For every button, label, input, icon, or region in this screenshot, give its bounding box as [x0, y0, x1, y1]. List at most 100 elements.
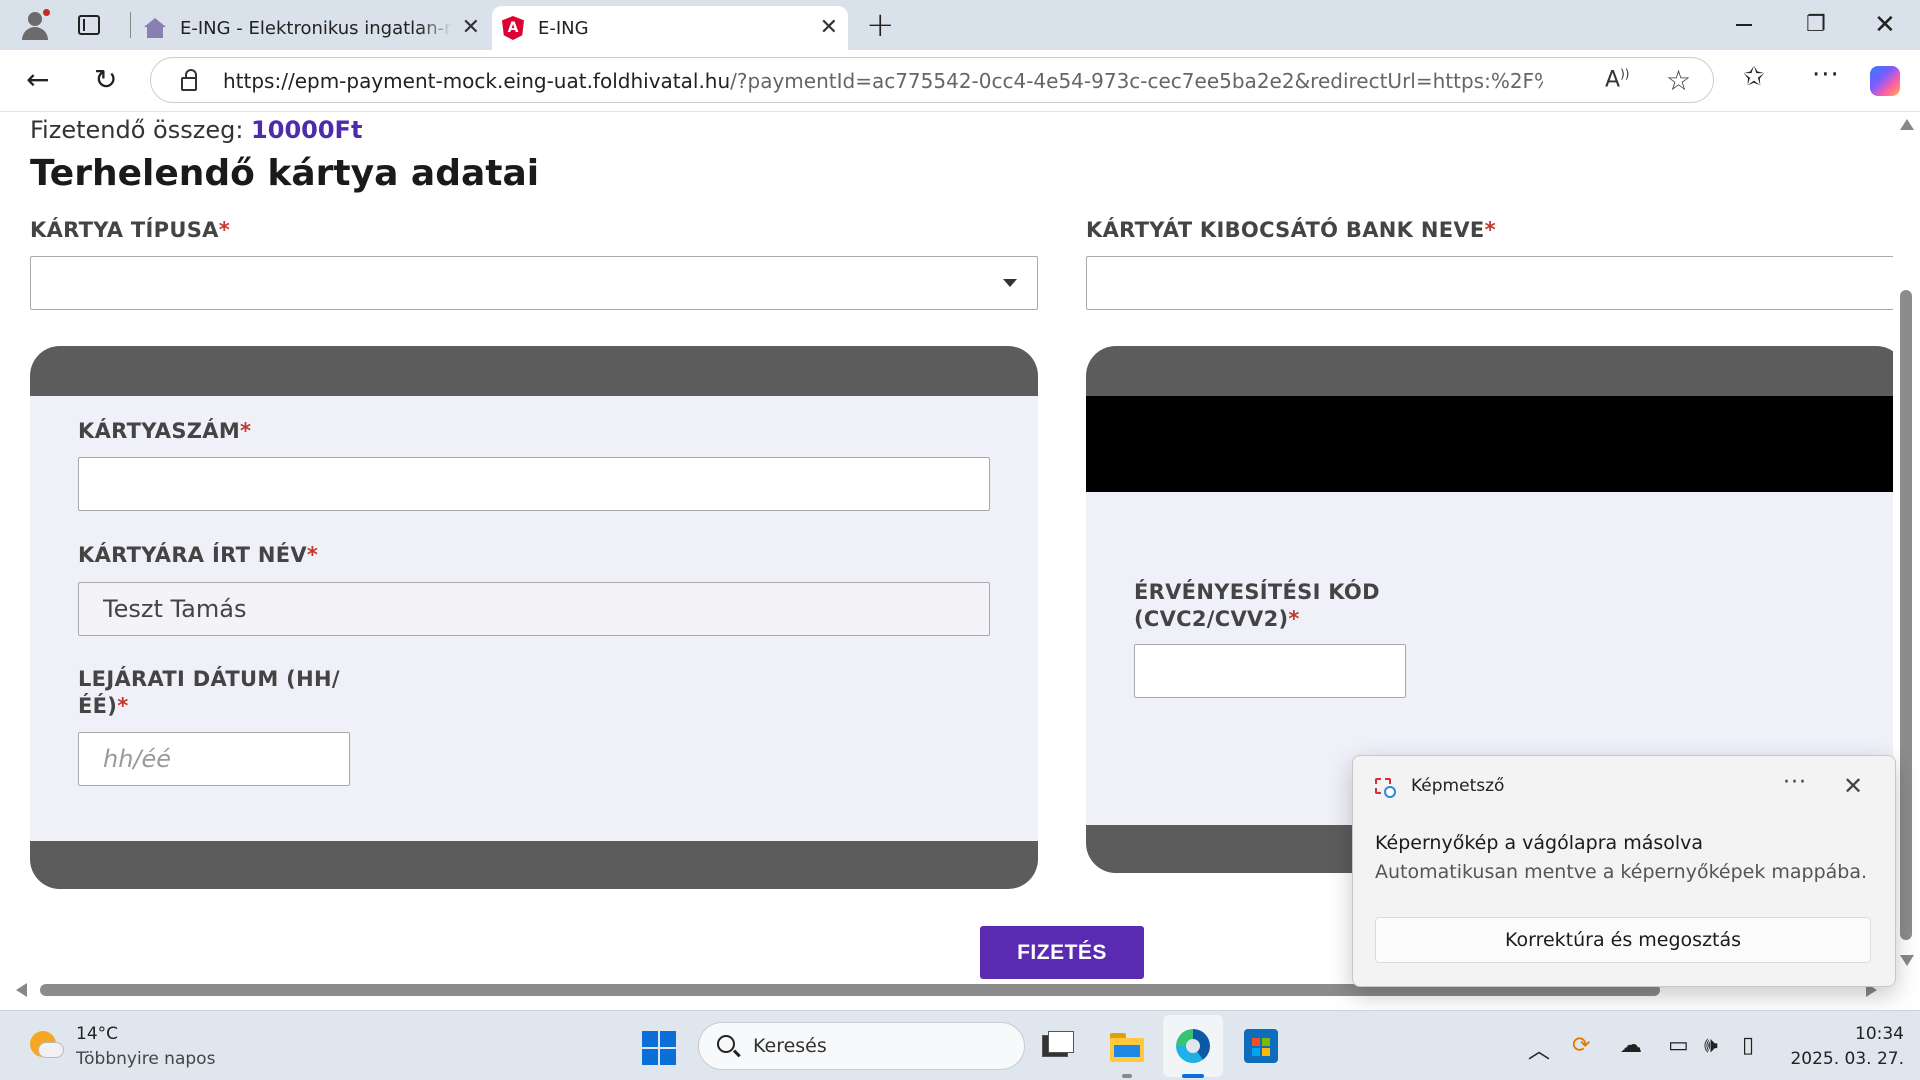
- tab-eing-nyilvantartas[interactable]: E-ING - Elektronikus ingatlan-nyilvántar…: [138, 6, 490, 50]
- tab-title: E-ING: [538, 17, 589, 39]
- url-path: /?paymentId=ac775542-0cc4-4e54-973c-cec7…: [730, 69, 1543, 93]
- scroll-down-arrow-icon[interactable]: [1900, 955, 1914, 966]
- card-type-label: KÁRTYA TÍPUSA*: [30, 217, 230, 244]
- cardholder-name-input[interactable]: Teszt Tamás: [78, 582, 990, 636]
- snipping-tool-notification[interactable]: Képmetsző ··· ✕ Képernyőkép a vágólapra …: [1352, 755, 1896, 987]
- card-top-band: [1086, 346, 1893, 396]
- windows-taskbar: 14°C Többnyire napos Keresés ︿ ⟳ ☁ ▭ 🕪 ▯…: [0, 1010, 1920, 1080]
- favorite-star-icon[interactable]: ☆: [1666, 64, 1691, 97]
- browser-tab-bar: E-ING - Elektronikus ingatlan-nyilvántar…: [0, 0, 1920, 50]
- markup-and-share-button[interactable]: Korrektúra és megosztás: [1375, 917, 1871, 963]
- start-windows-icon[interactable]: [642, 1031, 676, 1065]
- card-type-label-text: KÁRTYA TÍPUSA: [30, 218, 219, 242]
- search-placeholder: Keresés: [753, 1035, 827, 1057]
- weather-temperature[interactable]: 14°C: [76, 1024, 118, 1044]
- tab-eing-active[interactable]: A E-ING ✕: [492, 6, 848, 50]
- more-options-icon[interactable]: ···: [1783, 770, 1807, 795]
- close-tab-icon[interactable]: ✕: [820, 17, 838, 39]
- scroll-left-arrow-icon[interactable]: [16, 983, 27, 997]
- card-bottom-band: [30, 841, 1038, 889]
- minimize-button[interactable]: [1736, 10, 1752, 26]
- toast-title: Képernyőkép a vágólapra másolva: [1375, 832, 1704, 854]
- card-number-label: KÁRTYASZÁM*: [78, 418, 251, 445]
- scrollbar-thumb[interactable]: [1900, 290, 1912, 940]
- microsoft-store-icon[interactable]: [1244, 1029, 1278, 1063]
- expiry-label-line2: ÉÉ): [78, 694, 118, 718]
- expiry-label-line1: LEJÁRATI DÁTUM (HH/: [78, 667, 340, 691]
- profile-avatar-icon[interactable]: [18, 8, 52, 42]
- clock-time: 10:34: [1855, 1024, 1904, 1044]
- required-mark: *: [240, 419, 252, 443]
- vertical-scrollbar[interactable]: [1893, 113, 1920, 985]
- address-bar[interactable]: https://epm-payment-mock.eing-uat.foldhi…: [150, 57, 1714, 103]
- search-icon: [717, 1035, 735, 1053]
- bank-name-input[interactable]: [1086, 256, 1893, 310]
- running-indicator: [1122, 1074, 1132, 1078]
- card-top-band: [30, 346, 1038, 396]
- toast-body: Automatikusan mentve a képernyőképek map…: [1375, 861, 1868, 883]
- expiry-input[interactable]: hh/éé: [78, 732, 350, 786]
- reload-icon[interactable]: ↻: [94, 62, 117, 98]
- expiry-label: LEJÁRATI DÁTUM (HH/ ÉÉ)*: [78, 666, 340, 720]
- card-front-panel: KÁRTYASZÁM* KÁRTYÁRA ÍRT NÉV* Teszt Tamá…: [30, 346, 1038, 889]
- snipping-tool-icon: [1375, 778, 1397, 800]
- new-tab-button[interactable]: +: [866, 8, 895, 42]
- cvc-label-line2: (CVC2/CVV2): [1134, 607, 1289, 631]
- sync-icon[interactable]: ⟳: [1572, 1033, 1590, 1058]
- volume-icon[interactable]: 🕪: [1704, 1033, 1718, 1058]
- battery-icon[interactable]: ▯: [1742, 1033, 1754, 1058]
- network-icon[interactable]: ▭: [1668, 1033, 1689, 1058]
- file-explorer-icon[interactable]: [1110, 1029, 1144, 1063]
- clock-date: 2025. 03. 27.: [1790, 1049, 1904, 1069]
- required-mark: *: [218, 218, 230, 242]
- amount-row: Fizetendő összeg: 10000Ft: [30, 116, 362, 144]
- weather-sun-cloud-icon[interactable]: [30, 1029, 64, 1063]
- required-mark: *: [306, 543, 319, 567]
- card-number-label-text: KÁRTYASZÁM: [78, 419, 241, 443]
- back-arrow-icon[interactable]: ←: [26, 62, 49, 98]
- tab-title: E-ING - Elektronikus ingatlan-nyilvántar…: [180, 17, 452, 39]
- house-icon: [144, 18, 166, 38]
- weather-description[interactable]: Többnyire napos: [76, 1049, 215, 1069]
- task-view-icon[interactable]: [1042, 1029, 1076, 1063]
- angular-icon: A: [502, 16, 524, 40]
- favorites-icon[interactable]: ✩: [1743, 62, 1765, 92]
- taskbar-search-box[interactable]: Keresés: [698, 1022, 1025, 1070]
- amount-value: 10000Ft: [251, 116, 363, 144]
- edge-browser-icon[interactable]: [1176, 1029, 1210, 1063]
- toast-app-name: Képmetsző: [1411, 776, 1505, 796]
- url-host: https://epm-payment-mock.eing-uat.foldhi…: [223, 69, 731, 93]
- system-clock[interactable]: 10:34 2025. 03. 27.: [1790, 1022, 1904, 1072]
- copilot-icon[interactable]: [1870, 66, 1900, 96]
- more-options-icon[interactable]: ···: [1812, 60, 1840, 90]
- onedrive-offline-icon[interactable]: ☁: [1620, 1033, 1642, 1058]
- lock-icon[interactable]: [181, 69, 197, 91]
- cvc-label: ÉRVÉNYESÍTÉSI KÓD (CVC2/CVV2)*: [1134, 579, 1380, 633]
- cvc-label-line1: ÉRVÉNYESÍTÉSI KÓD: [1134, 580, 1380, 604]
- browser-toolbar: ← ↻ https://epm-payment-mock.eing-uat.fo…: [0, 50, 1920, 112]
- cardholder-name-label-text: KÁRTYÁRA ÍRT NÉV: [78, 543, 307, 567]
- close-window-button[interactable]: ✕: [1874, 10, 1896, 40]
- magnetic-stripe: [1086, 396, 1893, 492]
- tab-separator: [130, 12, 131, 38]
- required-mark: *: [1484, 218, 1496, 242]
- amount-label: Fizetendő összeg:: [30, 116, 244, 144]
- running-indicator: [1182, 1074, 1204, 1078]
- expiry-placeholder: hh/éé: [103, 745, 172, 773]
- pay-button[interactable]: FIZETÉS: [980, 926, 1144, 979]
- close-icon[interactable]: ✕: [1843, 772, 1863, 800]
- scroll-up-arrow-icon[interactable]: [1900, 119, 1914, 130]
- read-aloud-icon[interactable]: A)): [1605, 67, 1629, 92]
- close-tab-icon[interactable]: ✕: [462, 17, 480, 39]
- cardholder-name-value: Teszt Tamás: [103, 595, 247, 623]
- cvc-input[interactable]: [1134, 644, 1406, 698]
- tab-actions-icon[interactable]: [78, 15, 100, 35]
- bank-name-label: KÁRTYÁT KIBOCSÁTÓ BANK NEVE*: [1086, 217, 1496, 244]
- card-number-input[interactable]: [78, 457, 990, 511]
- card-type-select[interactable]: [30, 256, 1038, 310]
- chevron-down-icon: [1003, 279, 1017, 287]
- url-text[interactable]: https://epm-payment-mock.eing-uat.foldhi…: [223, 69, 1543, 93]
- restore-button[interactable]: ❐: [1806, 10, 1826, 40]
- required-mark: *: [117, 694, 129, 718]
- chevron-up-icon[interactable]: ︿: [1528, 1033, 1550, 1065]
